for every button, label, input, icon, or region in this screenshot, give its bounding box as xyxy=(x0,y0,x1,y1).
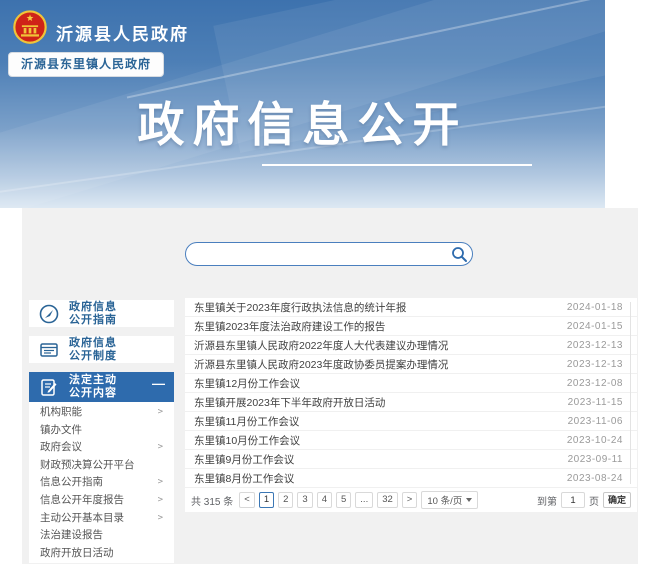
page-button-2[interactable]: 2 xyxy=(278,492,293,508)
article-link[interactable]: 东里镇11月份工作会议 xyxy=(194,414,299,429)
sub-site-button[interactable]: 沂源县东里镇人民政府 xyxy=(8,52,164,77)
page-size-value: 10 条/页 xyxy=(427,493,462,507)
goto-suffix-label: 页 xyxy=(589,493,599,508)
sidebar-subitem-town-documents[interactable]: 镇办文件 xyxy=(29,422,174,440)
list-item[interactable]: 东里镇11月份工作会议 2023-11-06 xyxy=(185,412,637,431)
list-item[interactable]: 东里镇12月份工作会议 2023-12-08 xyxy=(185,374,637,393)
sidebar-item-label: 政府信息 公开制度 xyxy=(69,337,117,363)
list-item[interactable]: 沂源县东里镇人民政府2023年度政协委员提案办理情况 2023-12-13 xyxy=(185,355,637,374)
compass-icon xyxy=(38,303,60,325)
subitem-label: 法治建设报告 xyxy=(40,527,103,545)
site-title: 沂源县人民政府 xyxy=(56,20,189,45)
article-list: 东里镇关于2023年度行政执法信息的统计年报 2024-01-18 东里镇202… xyxy=(185,298,637,488)
clipboard-icon xyxy=(38,376,60,398)
subitem-label: 机构职能 xyxy=(40,404,82,422)
article-list-panel: 东里镇关于2023年度行政执法信息的统计年报 2024-01-18 东里镇202… xyxy=(185,298,637,512)
search-icon xyxy=(451,246,468,263)
chevron-right-icon: > xyxy=(158,492,163,510)
subitem-label: 主动公开基本目录 xyxy=(40,510,124,528)
sidebar-submenu: 机构职能 > 镇办文件 政府会议 > 财政预决算公开平台 信息公开指南 > 信息… xyxy=(29,402,174,563)
article-link[interactable]: 东里镇12月份工作会议 xyxy=(194,376,300,391)
sidebar-subitem-annual-report[interactable]: 信息公开年度报告 > xyxy=(29,492,174,510)
page-button-1[interactable]: 1 xyxy=(259,492,274,508)
page-button-5[interactable]: 5 xyxy=(336,492,351,508)
next-page-button[interactable]: > xyxy=(402,492,418,508)
chevron-right-icon: > xyxy=(158,439,163,457)
sidebar-subitem-budget-platform[interactable]: 财政预决算公开平台 xyxy=(29,457,174,475)
sidebar-item-guide[interactable]: 政府信息 公开指南 xyxy=(29,300,174,327)
page-ellipsis-button[interactable]: ... xyxy=(355,492,373,508)
article-date: 2024-01-18 xyxy=(567,302,623,313)
article-link[interactable]: 东里镇开展2023年下半年政府开放日活动 xyxy=(194,395,385,410)
prev-page-button[interactable]: < xyxy=(239,492,255,508)
search-input[interactable] xyxy=(186,245,446,263)
article-link[interactable]: 沂源县东里镇人民政府2022年度人大代表建议办理情况 xyxy=(194,338,448,353)
chevron-down-icon xyxy=(466,498,472,502)
page-title: 政府信息公开 xyxy=(0,86,605,155)
article-link[interactable]: 东里镇9月份工作会议 xyxy=(194,452,294,467)
chevron-right-icon: > xyxy=(158,404,163,422)
sidebar-item-label: 法定主动 公开内容 xyxy=(69,374,117,400)
sidebar-subitem-open-day[interactable]: 政府开放日活动 xyxy=(29,545,174,563)
search-box xyxy=(185,242,473,266)
article-date: 2023-09-11 xyxy=(568,454,623,465)
page: 沂源县人民政府 沂源县东里镇人民政府 政府信息公开 政府信息 公开指南 xyxy=(0,0,648,569)
sidebar-item-system[interactable]: 政府信息 公开制度 xyxy=(29,336,174,363)
subitem-label: 信息公开指南 xyxy=(40,474,103,492)
subitem-label: 政府会议 xyxy=(40,439,82,457)
chevron-right-icon: > xyxy=(158,474,163,492)
collapse-indicator[interactable]: — xyxy=(152,376,165,391)
article-date: 2023-11-06 xyxy=(568,416,623,427)
subitem-label: 政府开放日活动 xyxy=(40,545,114,563)
sidebar-subitem-info-guide[interactable]: 信息公开指南 > xyxy=(29,474,174,492)
article-date: 2023-12-13 xyxy=(567,359,623,370)
sidebar-subitem-basic-catalog[interactable]: 主动公开基本目录 > xyxy=(29,510,174,528)
article-date: 2023-10-24 xyxy=(567,435,623,446)
scrollbar[interactable] xyxy=(630,302,631,484)
article-date: 2023-08-24 xyxy=(567,473,623,484)
article-date: 2023-12-08 xyxy=(567,378,623,389)
search-button[interactable] xyxy=(446,244,472,264)
sidebar-subitem-law-report[interactable]: 法治建设报告 xyxy=(29,527,174,545)
sidebar-subitem-gov-meetings[interactable]: 政府会议 > xyxy=(29,439,174,457)
chevron-right-icon: > xyxy=(158,510,163,528)
subitem-label: 信息公开年度报告 xyxy=(40,492,124,510)
pagination: 共 315 条 < 1 2 3 4 5 ... 32 > 10 条/页 到第 页… xyxy=(185,488,637,512)
banner: 沂源县人民政府 沂源县东里镇人民政府 政府信息公开 xyxy=(0,0,605,208)
article-link[interactable]: 东里镇关于2023年度行政执法信息的统计年报 xyxy=(194,300,406,315)
document-icon xyxy=(38,339,60,361)
national-emblem-icon xyxy=(12,8,48,48)
list-item[interactable]: 东里镇开展2023年下半年政府开放日活动 2023-11-15 xyxy=(185,393,637,412)
sidebar-subitem-organization[interactable]: 机构职能 > xyxy=(29,404,174,422)
sidebar-item-label: 政府信息 公开指南 xyxy=(69,301,117,327)
subitem-label: 镇办文件 xyxy=(40,422,82,440)
goto-prefix-label: 到第 xyxy=(537,493,557,508)
title-underline xyxy=(262,164,532,166)
sidebar-item-statutory-content[interactable]: 法定主动 公开内容 — xyxy=(29,372,174,402)
article-link[interactable]: 东里镇10月份工作会议 xyxy=(194,433,300,448)
article-date: 2023-12-13 xyxy=(567,340,623,351)
article-link[interactable]: 东里镇8月份工作会议 xyxy=(194,471,294,486)
list-item[interactable]: 东里镇9月份工作会议 2023-09-11 xyxy=(185,450,637,469)
list-item[interactable]: 东里镇8月份工作会议 2023-08-24 xyxy=(185,469,637,488)
article-link[interactable]: 沂源县东里镇人民政府2023年度政协委员提案办理情况 xyxy=(194,357,448,372)
subitem-label: 财政预决算公开平台 xyxy=(40,457,135,475)
page-size-select[interactable]: 10 条/页 xyxy=(421,491,478,509)
article-link[interactable]: 东里镇2023年度法治政府建设工作的报告 xyxy=(194,319,385,334)
list-item[interactable]: 沂源县东里镇人民政府2022年度人大代表建议办理情况 2023-12-13 xyxy=(185,336,637,355)
page-button-4[interactable]: 4 xyxy=(317,492,332,508)
article-date: 2023-11-15 xyxy=(568,397,623,408)
page-button-32[interactable]: 32 xyxy=(377,492,398,508)
confirm-button[interactable]: 确定 xyxy=(603,492,631,508)
goto-page-input[interactable] xyxy=(561,492,585,508)
goto-page-group: 到第 页 确定 xyxy=(537,492,631,508)
list-item[interactable]: 东里镇关于2023年度行政执法信息的统计年报 2024-01-18 xyxy=(185,298,637,317)
page-button-3[interactable]: 3 xyxy=(297,492,312,508)
list-item[interactable]: 东里镇10月份工作会议 2023-10-24 xyxy=(185,431,637,450)
list-item[interactable]: 东里镇2023年度法治政府建设工作的报告 2024-01-15 xyxy=(185,317,637,336)
total-count-label: 共 315 条 xyxy=(191,493,233,508)
article-date: 2024-01-15 xyxy=(567,321,623,332)
